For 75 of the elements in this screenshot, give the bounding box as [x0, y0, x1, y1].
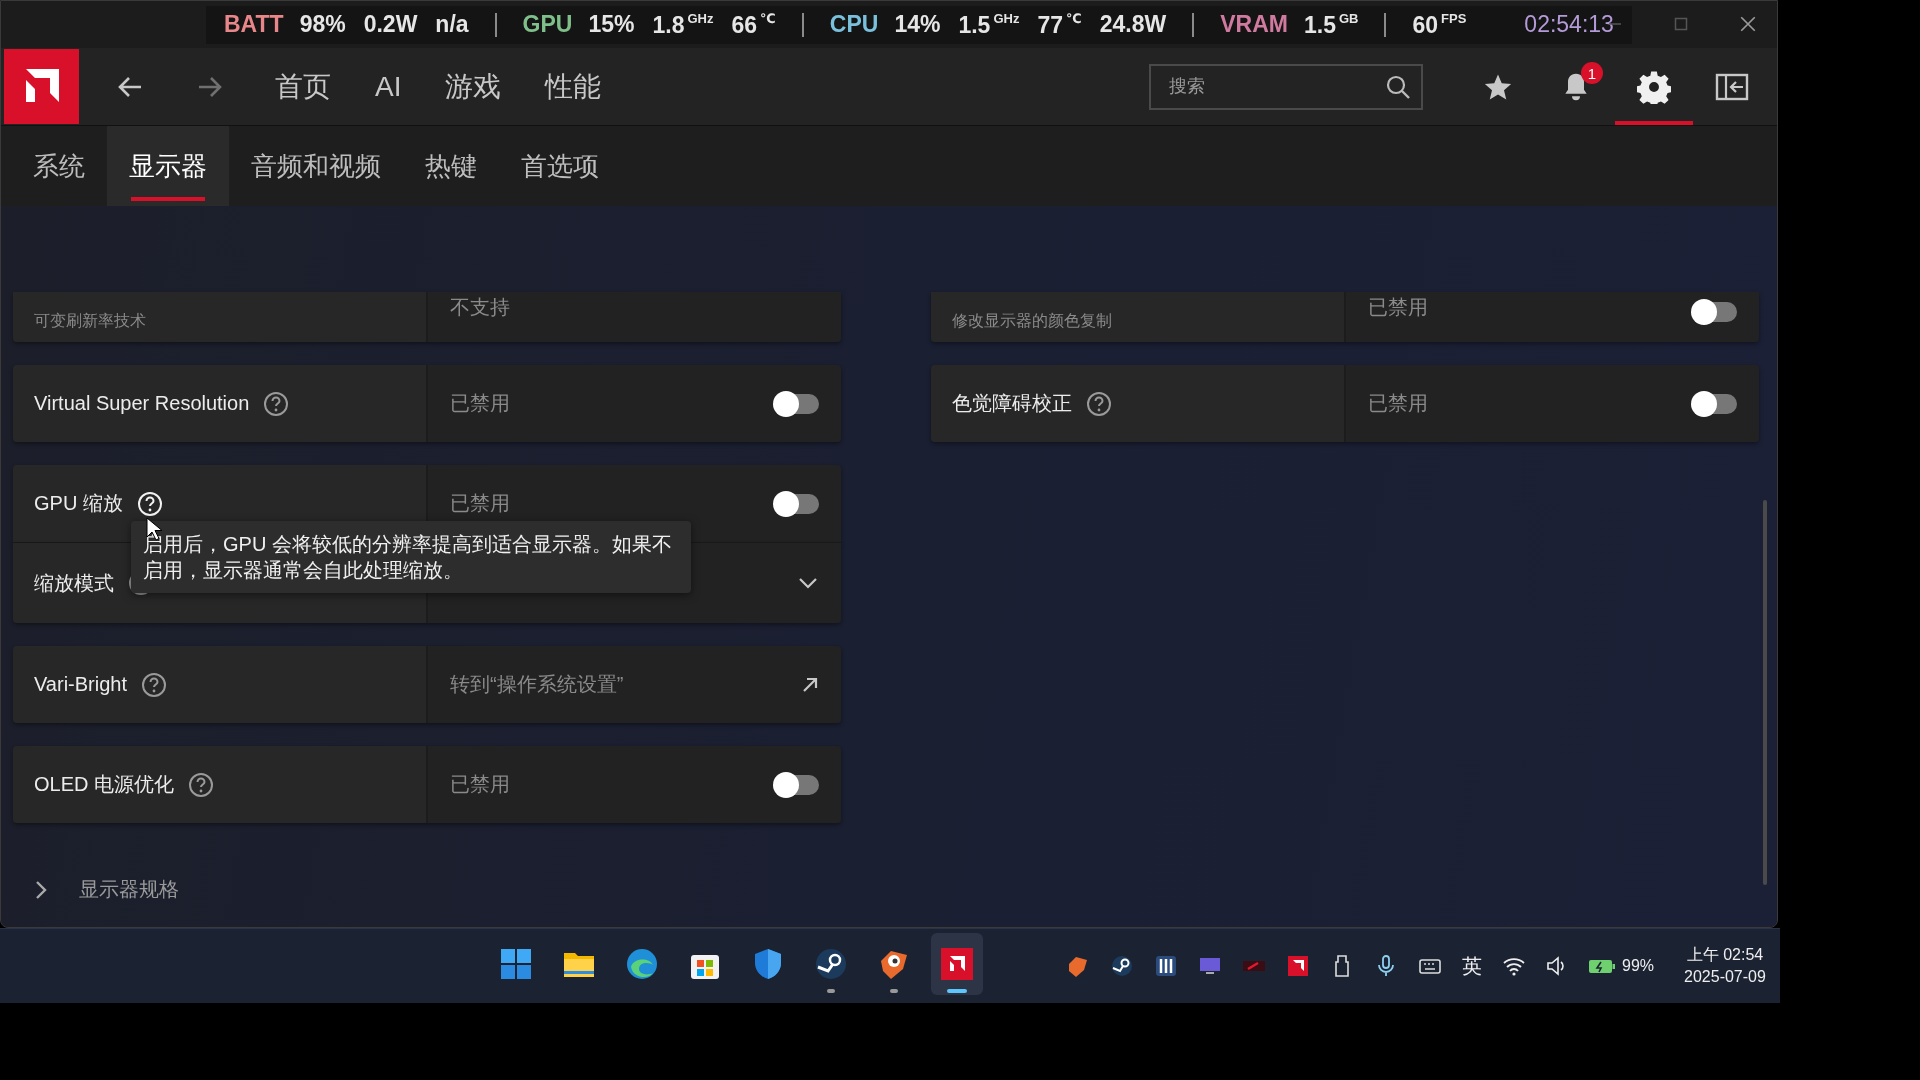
search-icon[interactable] — [1385, 73, 1411, 100]
setting-title: GPU 缩放 — [34, 491, 123, 516]
overlay-label: GPU — [522, 11, 573, 38]
toggle-switch[interactable] — [775, 774, 819, 795]
setting-value: 已禁用 — [450, 491, 510, 516]
tooltip: 启用后，GPU 会将较低的分辨率提高到适合显示器。如果不启用，显示器通常会自此处理缩放。 — [131, 521, 691, 593]
tab[interactable]: 显示器 — [107, 126, 229, 206]
overlay-reading: 1.5$^{GHz}$ — [958, 10, 1020, 39]
overlay-reading: 66$^{℃}$ — [731, 10, 776, 39]
tray-amd-icon[interactable] — [1286, 954, 1310, 978]
overlay-reading: 14% — [894, 11, 941, 38]
notification-badge: 1 — [1581, 62, 1603, 84]
overlay-reading: 77$^{℃}$ — [1037, 10, 1082, 39]
setting-description: 修改显示器的颜色复制 — [952, 311, 1113, 331]
toggle-switch[interactable] — [775, 393, 819, 414]
setting-title: Virtual Super Resolution — [34, 392, 250, 415]
nav-tab[interactable]: 性能 — [545, 67, 602, 106]
sidebar-icon — [1715, 71, 1749, 102]
setting-value: 已禁用 — [450, 772, 510, 797]
setting-title: OLED 电源优化 — [34, 772, 175, 797]
setting-title: 色觉障碍校正 — [952, 391, 1072, 416]
setting-value: 已禁用 — [1368, 295, 1428, 320]
setting-value: 不支持 — [450, 295, 510, 320]
overlay-reading: 24.8W — [1099, 11, 1167, 38]
tab[interactable]: 首选项 — [499, 126, 621, 206]
arrow-logo-icon — [940, 947, 974, 981]
toggle-switch[interactable] — [1693, 393, 1737, 414]
taskbar-app[interactable] — [931, 933, 983, 995]
search-field[interactable]: 搜索 — [1149, 63, 1423, 110]
setting-title: 缩放模式 — [34, 570, 114, 596]
chevron-down-icon[interactable] — [797, 576, 819, 590]
tab[interactable]: 系统 — [11, 126, 107, 206]
overlay-reading: 98% — [299, 11, 346, 38]
input-method-indicator[interactable]: 英 — [1462, 952, 1482, 980]
battery-icon[interactable] — [1588, 957, 1616, 975]
overlay-reading: n/a — [435, 11, 469, 38]
toggle-switch[interactable] — [1693, 302, 1737, 322]
setting-description: 可变刷新率技术 — [34, 311, 147, 331]
browser-icon — [625, 947, 659, 981]
bell-button[interactable]: 1 — [1537, 48, 1615, 125]
settings-icon — [1637, 69, 1671, 104]
overlay-reading: 0.2W — [363, 11, 418, 38]
nav-tab[interactable]: 首页 — [275, 67, 331, 106]
overlay-label: VRAM — [1220, 11, 1288, 38]
tray-steam-icon[interactable] — [1110, 954, 1134, 978]
wifi-icon[interactable] — [1502, 955, 1526, 977]
logo-icon[interactable] — [4, 49, 79, 124]
chevron-icon — [33, 878, 49, 901]
tray-bars-icon[interactable] — [1154, 954, 1178, 978]
close-icon[interactable] — [1739, 15, 1757, 33]
nav-tab[interactable]: AI — [375, 70, 402, 103]
setting-value: 已禁用 — [1368, 391, 1428, 416]
overlay-reading: 60$^{FPS}$ — [1412, 10, 1467, 39]
overlay-reading: 1.5$^{GB}$ — [1303, 10, 1359, 39]
external-link-icon[interactable] — [801, 675, 819, 694]
display-specs-expander[interactable]: 显示器规格 — [13, 876, 233, 903]
nav-tab[interactable]: 游戏 — [445, 67, 502, 106]
overlay-time: 02:54:13 — [1524, 11, 1614, 38]
tab[interactable]: 音频和视频 — [229, 126, 403, 206]
tab[interactable]: 热键 — [403, 126, 499, 206]
setting-value: 转到“操作系统设置” — [450, 672, 624, 697]
tiles-icon — [499, 947, 533, 981]
overlay-label: BATT — [224, 11, 284, 38]
overlay-reading: 15% — [588, 11, 635, 38]
setting-value: 已禁用 — [450, 391, 510, 416]
setting-title: Vari-Bright — [34, 673, 127, 696]
toggle-switch[interactable] — [775, 493, 819, 514]
overlay-label: CPU — [829, 11, 879, 38]
overlay-reading: 1.8$^{GHz}$ — [652, 10, 714, 39]
clock-date[interactable]: 2025-07-09 — [1684, 966, 1766, 988]
tray-bird-icon[interactable] — [1066, 954, 1090, 978]
scrollbar[interactable] — [1763, 500, 1767, 885]
clock-time[interactable]: 上午 02:54 — [1686, 944, 1764, 966]
circle-logo-icon — [814, 947, 848, 981]
battery-percent: 99% — [1622, 957, 1655, 975]
